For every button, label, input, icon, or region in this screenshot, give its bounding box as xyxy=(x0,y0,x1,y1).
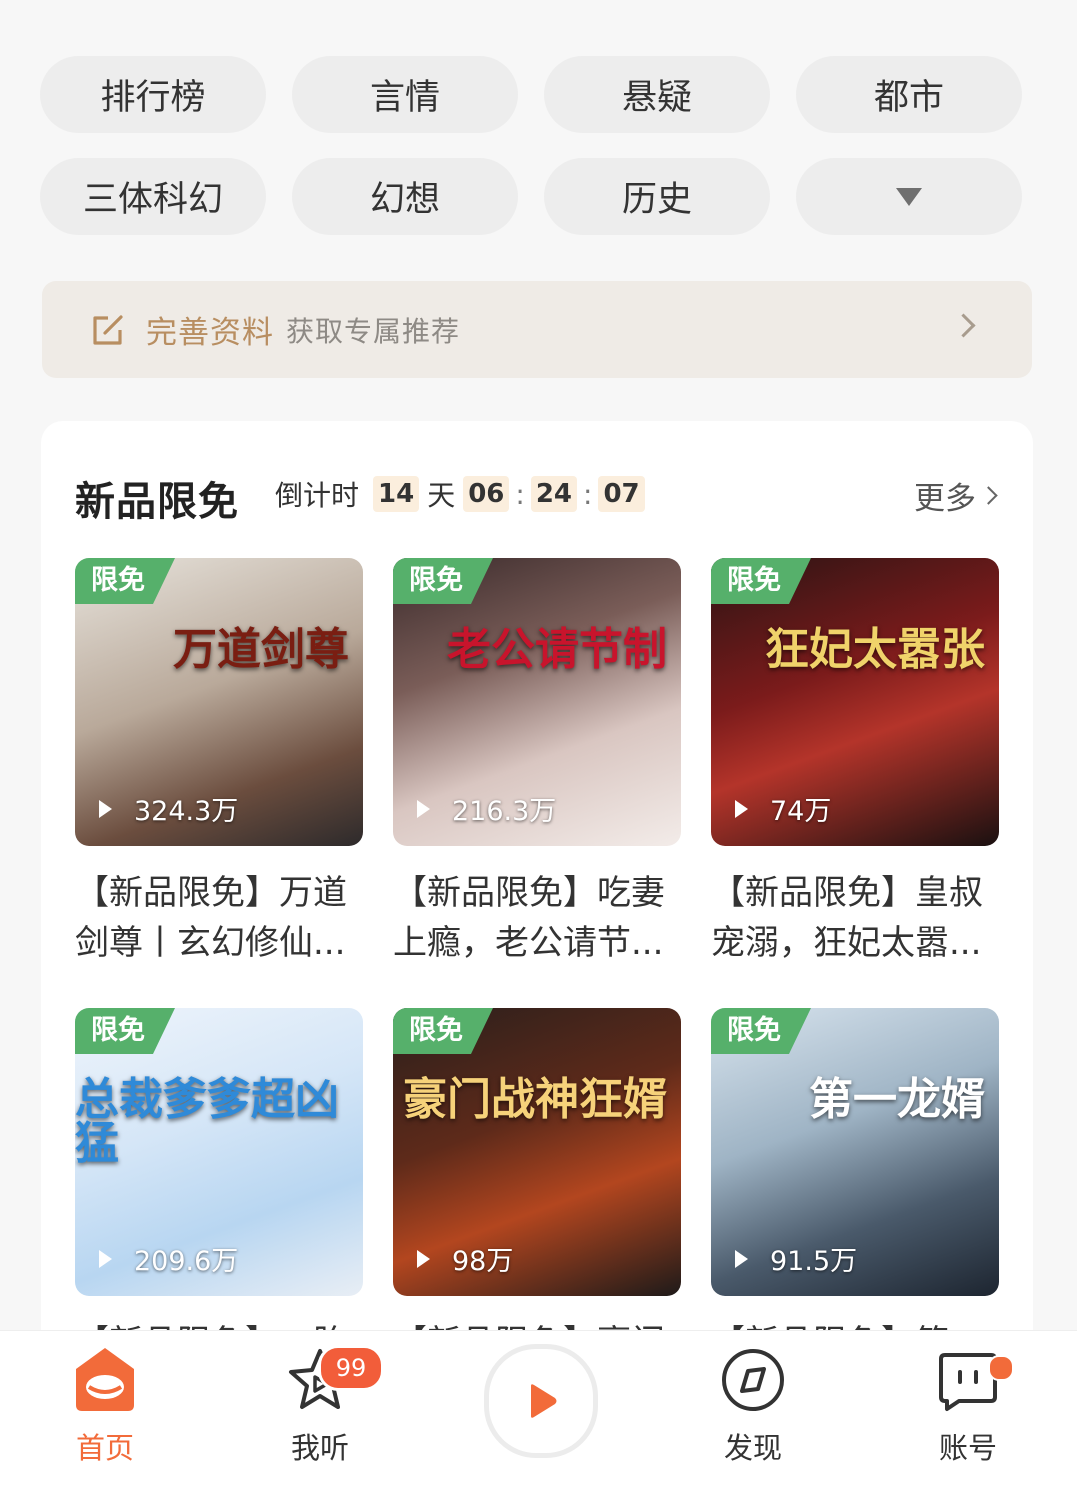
play-count: 324.3万 xyxy=(99,789,238,828)
play-count: 209.6万 xyxy=(99,1239,238,1278)
free-tag: 限免 xyxy=(75,1008,175,1054)
edit-icon xyxy=(93,314,123,345)
book-card[interactable]: 老公请节制 限免 216.3万 【新品限免】吃妻 上瘾，老公请节... xyxy=(393,558,681,968)
book-title: 【新品限免】吃妻 上瘾，老公请节... xyxy=(393,868,681,968)
free-tag: 限免 xyxy=(711,1008,811,1054)
free-tag: 限免 xyxy=(711,558,811,604)
category-chip-scifi[interactable]: 三体科幻 xyxy=(40,158,266,235)
home-icon xyxy=(76,1348,134,1411)
nav-listen[interactable]: 99 我听 xyxy=(260,1345,384,1467)
free-tag: 限免 xyxy=(393,1008,493,1054)
free-tag: 限免 xyxy=(75,558,175,604)
nav-account-label: 账号 xyxy=(938,1431,997,1465)
play-count-value: 98万 xyxy=(452,1246,514,1277)
book-title: 【新品限免】万道 剑尊丨玄幻修仙... xyxy=(75,868,363,968)
play-count-value: 91.5万 xyxy=(770,1246,858,1277)
nav-home[interactable]: 首页 xyxy=(45,1345,165,1467)
nav-home-label: 首页 xyxy=(75,1431,134,1465)
book-card[interactable]: 狂妃太嚣张 限免 74万 【新品限免】皇叔 宠溺，狂妃太嚣... xyxy=(711,558,999,968)
complete-profile-banner[interactable]: 完善资料 获取专属推荐 xyxy=(42,281,1032,378)
book-title-line: 【新品限免】皇叔 xyxy=(711,873,983,913)
listen-badge: 99 xyxy=(318,1345,384,1391)
cover-title-art: 狂妃太嚣张 xyxy=(765,624,985,675)
play-count-value: 209.6万 xyxy=(134,1246,239,1277)
play-triangle-icon xyxy=(99,799,112,818)
dropdown-triangle-icon xyxy=(896,187,922,206)
book-cover: 第一龙婿 限免 91.5万 xyxy=(711,1008,999,1296)
chevron-right-icon xyxy=(951,313,976,338)
category-expand-button[interactable] xyxy=(796,158,1022,235)
center-play-button[interactable] xyxy=(484,1344,598,1458)
book-title-line: 【新品限免】吃妻 xyxy=(393,873,665,913)
category-chip-fantasy[interactable]: 幻想 xyxy=(292,158,518,235)
book-cover: 总裁爹爹超凶猛 限免 209.6万 xyxy=(75,1008,363,1296)
account-notification-dot xyxy=(988,1355,1014,1381)
play-triangle-icon xyxy=(417,1249,430,1268)
category-chip-romance[interactable]: 言情 xyxy=(292,56,518,133)
play-count: 216.3万 xyxy=(417,789,556,828)
play-icon xyxy=(531,1384,557,1418)
nav-listen-label: 我听 xyxy=(290,1431,349,1465)
category-grid: 排行榜 言情 悬疑 都市 三体科幻 幻想 历史 xyxy=(40,56,1025,235)
nav-account[interactable]: 账号 xyxy=(908,1345,1028,1467)
play-count-value: 74万 xyxy=(770,796,832,827)
banner-text: 获取专属推荐 xyxy=(286,314,461,348)
compass-icon xyxy=(722,1349,784,1411)
play-count-value: 216.3万 xyxy=(452,796,557,827)
book-title-line: 上瘾，老公请节... xyxy=(393,923,664,963)
play-triangle-icon xyxy=(417,799,430,818)
countdown-timer: 倒计时 14 天 06 : 24 : 07 xyxy=(275,475,645,513)
more-link[interactable]: 更多 xyxy=(914,473,998,518)
category-chip-mystery[interactable]: 悬疑 xyxy=(544,56,770,133)
cover-title-art: 老公请节制 xyxy=(447,624,667,675)
book-title-line: 【新品限免】万道 xyxy=(75,873,347,913)
countdown-hours: 06 xyxy=(463,476,510,512)
book-cover: 狂妃太嚣张 限免 74万 xyxy=(711,558,999,846)
countdown-days: 14 xyxy=(373,476,420,512)
play-triangle-icon xyxy=(99,1249,112,1268)
nav-discover-label: 发现 xyxy=(723,1431,782,1465)
countdown-colon: : xyxy=(515,477,525,511)
book-cover: 豪门战神狂婿 限免 98万 xyxy=(393,1008,681,1296)
cover-title-art: 豪门战神狂婿 xyxy=(403,1074,667,1125)
play-count-value: 324.3万 xyxy=(134,796,239,827)
play-count: 98万 xyxy=(417,1239,513,1278)
countdown-label: 倒计时 xyxy=(275,479,360,512)
countdown-minutes: 24 xyxy=(530,476,578,512)
new-free-section: 新品限免 倒计时 14 天 06 : 24 : 07 更多 万道剑尊 限免 32… xyxy=(41,421,1033,1421)
nav-discover[interactable]: 发现 xyxy=(693,1345,813,1467)
category-chip-ranking[interactable]: 排行榜 xyxy=(40,56,266,133)
book-title-line: 宠溺，狂妃太嚣... xyxy=(711,923,982,963)
chevron-right-icon xyxy=(979,486,998,505)
category-chip-history[interactable]: 历史 xyxy=(544,158,770,235)
cover-title-art: 总裁爹爹超凶猛 xyxy=(75,1074,339,1169)
book-cover: 老公请节制 限免 216.3万 xyxy=(393,558,681,846)
play-count: 74万 xyxy=(735,789,831,828)
book-cover: 万道剑尊 限免 324.3万 xyxy=(75,558,363,846)
countdown-seconds: 07 xyxy=(598,476,645,512)
book-title-line: 剑尊丨玄幻修仙... xyxy=(75,923,346,963)
play-triangle-icon xyxy=(735,799,748,818)
free-tag: 限免 xyxy=(393,558,493,604)
section-title: 新品限免 xyxy=(75,479,239,525)
more-label: 更多 xyxy=(914,481,976,517)
book-title: 【新品限免】皇叔 宠溺，狂妃太嚣... xyxy=(711,868,999,968)
play-count: 91.5万 xyxy=(735,1239,857,1278)
cover-title-art: 第一龙婿 xyxy=(809,1074,985,1125)
play-triangle-icon xyxy=(735,1249,748,1268)
banner-highlight: 完善资料 xyxy=(146,315,274,351)
book-card[interactable]: 万道剑尊 限免 324.3万 【新品限免】万道 剑尊丨玄幻修仙... xyxy=(75,558,363,968)
countdown-day-unit: 天 xyxy=(427,479,456,512)
category-chip-urban[interactable]: 都市 xyxy=(796,56,1022,133)
book-grid: 万道剑尊 限免 324.3万 【新品限免】万道 剑尊丨玄幻修仙... 老公请节制… xyxy=(75,558,999,1418)
countdown-colon: : xyxy=(583,477,593,511)
cover-title-art: 万道剑尊 xyxy=(173,624,349,675)
